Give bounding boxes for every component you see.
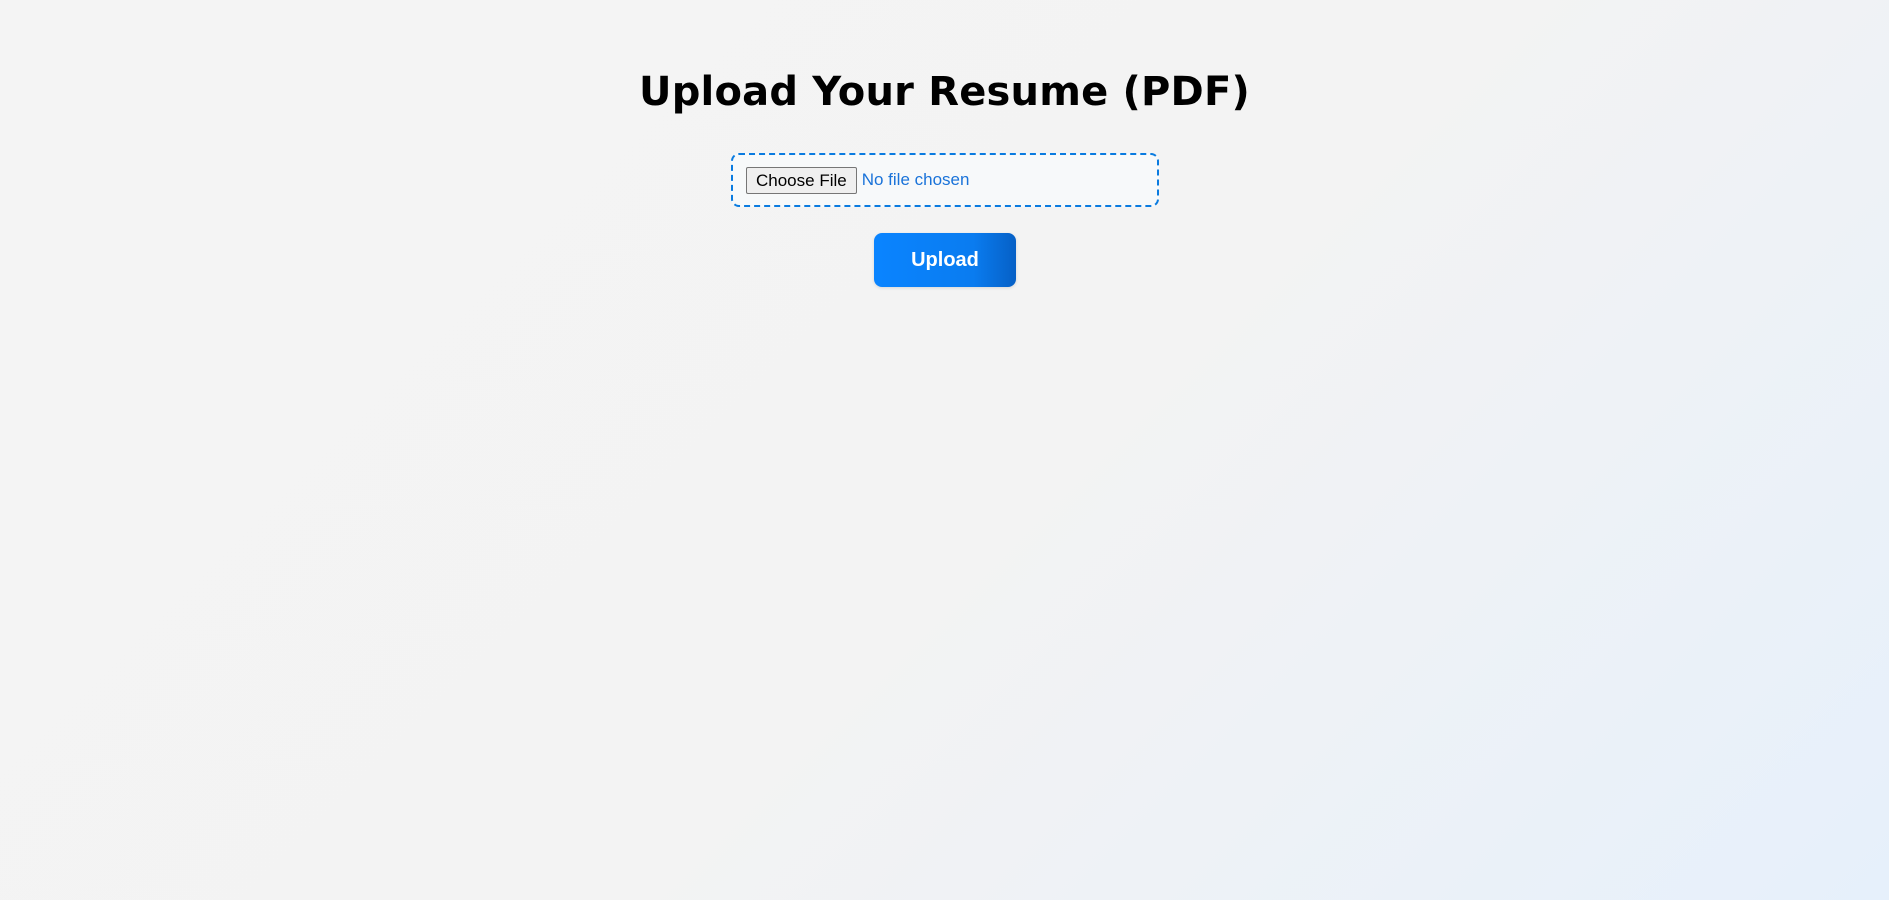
upload-button[interactable]: Upload [874,233,1016,287]
upload-page: Upload Your Resume (PDF) Choose File No … [0,0,1889,900]
choose-file-button[interactable]: Choose File [746,166,857,194]
file-status-text: No file chosen [861,170,970,189]
file-drop-zone[interactable]: Choose File No file chosen [731,153,1159,207]
page-title: Upload Your Resume (PDF) [639,69,1250,115]
